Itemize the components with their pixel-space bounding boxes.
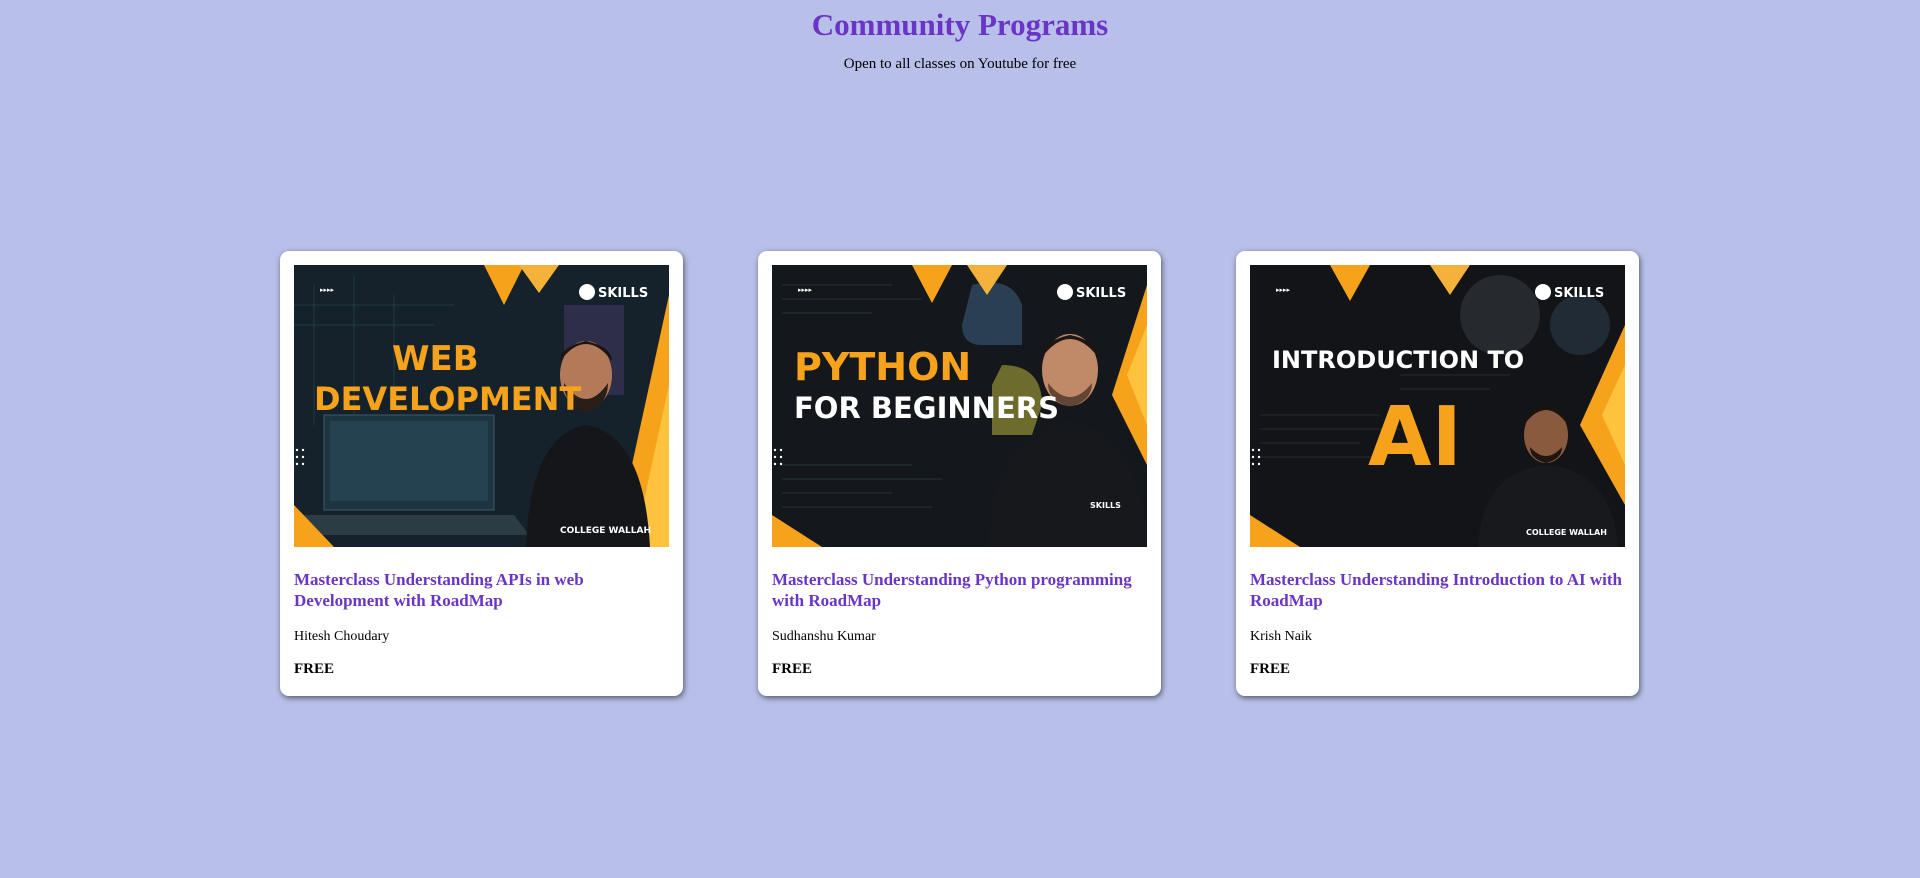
page-subtitle: Open to all classes on Youtube for free	[843, 56, 1077, 72]
python-for-beginners-thumbnail-image: ▸▸▸▸ SKILLS PYTHON FOR BEGINNERS SKILLS	[772, 265, 1147, 547]
course-price: FREE	[294, 661, 335, 677]
thumbnail-brand: SKILLS	[1554, 286, 1604, 301]
course-thumbnail[interactable]: ▸▸▸▸ SKILLS PYTHON FOR BEGINNERS SKILLS	[772, 265, 1147, 547]
thumbnail-shirt-text: COLLEGE WALLAH	[1526, 528, 1607, 537]
course-price: FREE	[1250, 661, 1291, 677]
course-thumbnail[interactable]: ▸▸▸▸ SKILLS INTRODUCTION TO AI COLLEGE W…	[1250, 265, 1625, 547]
thumbnail-shirt-text: COLLEGE WALLAH	[560, 526, 651, 536]
thumbnail-headline-line1: INTRODUCTION TO	[1272, 346, 1524, 374]
course-instructor: Sudhanshu Kumar	[772, 629, 876, 644]
course-title[interactable]: Masterclass Understanding Python program…	[772, 569, 1150, 611]
thumbnail-headline-line2: FOR BEGINNERS	[794, 391, 1059, 425]
thumbnail-shirt-text: SKILLS	[1090, 501, 1121, 510]
course-card-list: ▸▸▸▸ SKILLS WEB DEVELOPMENT COLLEGE WALL…	[0, 251, 1920, 697]
course-instructor: Krish Naik	[1250, 629, 1312, 644]
thumbnail-headline-line2: AI	[1368, 390, 1462, 485]
page-header: Community Programs Open to all classes o…	[0, 0, 1920, 73]
course-card[interactable]: ▸▸▸▸ SKILLS PYTHON FOR BEGINNERS SKILLS …	[758, 251, 1161, 696]
thumbnail-headline-line2: DEVELOPMENT	[314, 380, 581, 418]
svg-text:▸▸▸▸: ▸▸▸▸	[1276, 286, 1291, 294]
svg-text:▸▸▸▸: ▸▸▸▸	[320, 286, 335, 294]
thumbnail-brand: SKILLS	[598, 286, 648, 301]
course-instructor: Hitesh Choudary	[294, 629, 390, 644]
web-development-thumbnail-image: ▸▸▸▸ SKILLS WEB DEVELOPMENT COLLEGE WALL…	[294, 265, 669, 547]
page-title: Community Programs	[811, 7, 1109, 42]
course-thumbnail[interactable]: ▸▸▸▸ SKILLS WEB DEVELOPMENT COLLEGE WALL…	[294, 265, 669, 547]
thumbnail-headline-line1: WEB	[392, 339, 479, 379]
course-card[interactable]: ▸▸▸▸ SKILLS INTRODUCTION TO AI COLLEGE W…	[1236, 251, 1639, 696]
thumbnail-headline-line1: PYTHON	[794, 345, 971, 389]
course-title[interactable]: Masterclass Understanding Introduction t…	[1250, 569, 1628, 611]
course-card[interactable]: ▸▸▸▸ SKILLS WEB DEVELOPMENT COLLEGE WALL…	[280, 251, 683, 696]
course-title[interactable]: Masterclass Understanding APIs in web De…	[294, 569, 672, 611]
introduction-to-ai-thumbnail-image: ▸▸▸▸ SKILLS INTRODUCTION TO AI COLLEGE W…	[1250, 265, 1625, 547]
svg-text:▸▸▸▸: ▸▸▸▸	[798, 286, 813, 294]
thumbnail-brand: SKILLS	[1076, 286, 1126, 301]
course-price: FREE	[772, 661, 813, 677]
